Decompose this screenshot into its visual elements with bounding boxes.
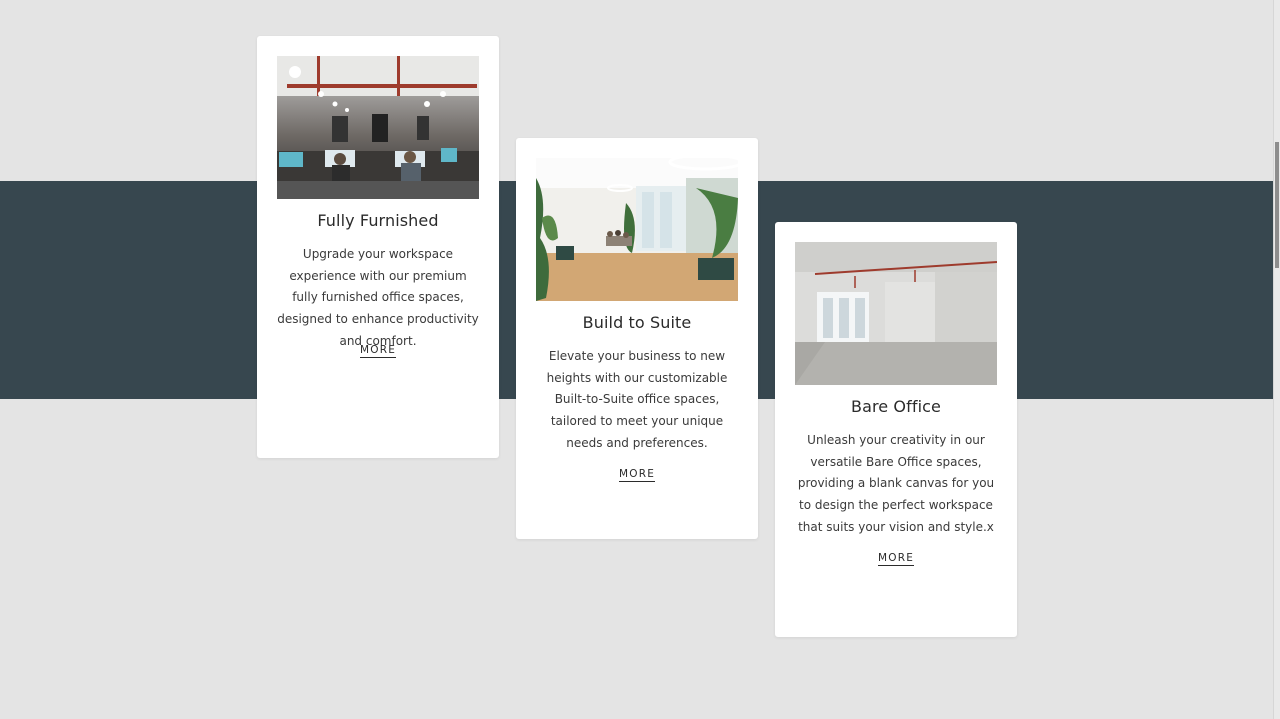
card-description: Upgrade your workspace experience with o… <box>277 247 479 348</box>
service-card-fully-furnished: Fully Furnished Upgrade your workspace e… <box>257 36 499 458</box>
scrollbar-thumb[interactable] <box>1275 142 1279 268</box>
more-link-container: MORE <box>257 344 499 358</box>
card-title: Bare Office <box>851 397 941 416</box>
card-image-build-to-suite <box>536 158 738 301</box>
card-title: Build to Suite <box>582 313 692 332</box>
card-description: Unleash your creativity in our versatile… <box>797 433 995 534</box>
service-card-bare-office: Bare Office Unleash your creativity in o… <box>775 222 1017 637</box>
card-title: Fully Furnished <box>317 211 439 230</box>
more-link-fully-furnished[interactable]: MORE <box>359 344 397 358</box>
service-card-build-to-suite: Build to Suite Elevate your business to … <box>516 138 758 539</box>
more-link-bare-office[interactable]: MORE <box>877 552 915 566</box>
more-link-container: MORE <box>516 468 758 482</box>
card-description: Elevate your business to new heights wit… <box>546 349 728 450</box>
card-image-bare-office <box>795 242 997 385</box>
more-link-container: MORE <box>775 552 1017 566</box>
page-scrollbar[interactable] <box>1273 0 1280 719</box>
more-link-build-to-suite[interactable]: MORE <box>618 468 656 482</box>
card-image-fully-furnished <box>277 56 479 199</box>
